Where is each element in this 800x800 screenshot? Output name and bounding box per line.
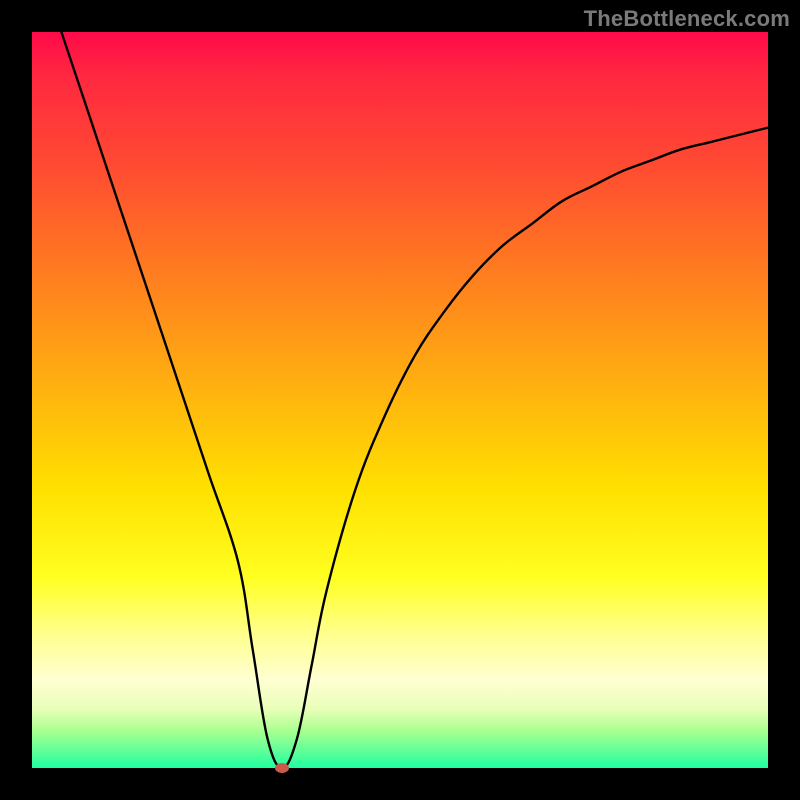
plot-area <box>32 32 768 768</box>
bottleneck-curve <box>61 32 768 768</box>
curve-svg <box>32 32 768 768</box>
chart-frame: TheBottleneck.com <box>0 0 800 800</box>
min-marker <box>275 763 289 773</box>
watermark-text: TheBottleneck.com <box>584 6 790 32</box>
